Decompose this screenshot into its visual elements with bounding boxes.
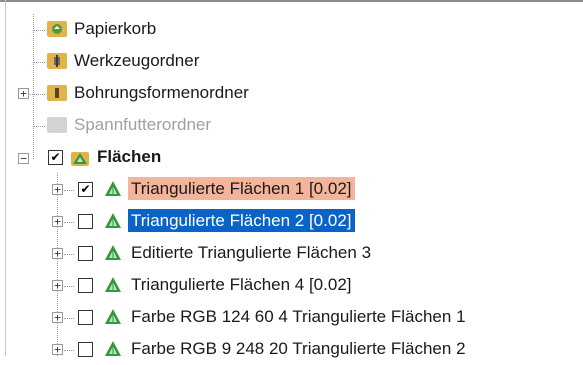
checkbox-unchecked[interactable] [78, 246, 93, 261]
tree-item-label[interactable]: Triangulierte Flächen 4 [0.02] [128, 273, 355, 296]
tree-item-trianguliert-4[interactable]: + Triangulierte Flächen 4 [0.02] [0, 270, 583, 301]
tree-item-label[interactable]: Triangulierte Flächen 2 [0.02] [128, 209, 355, 232]
project-tree[interactable]: Papierkorb Werkzeugordner + Bohrungsform… [0, 14, 583, 358]
tree-connector [64, 318, 74, 319]
tree-connector [33, 30, 45, 31]
tree-item-label[interactable]: Editierte Triangulierte Flächen 3 [128, 241, 374, 264]
triangle-mesh-icon [104, 212, 122, 230]
tool-folder-icon [47, 53, 67, 69]
tree-item-label[interactable]: Farbe RGB 124 60 4 Triangulierte Flächen… [128, 305, 469, 328]
triangle-mesh-icon [104, 180, 122, 198]
checkbox-unchecked[interactable] [78, 310, 93, 325]
tree-item-spannfutterordner[interactable]: Spannfutterordner [0, 110, 583, 141]
tree-connector [64, 350, 74, 351]
expand-plus-icon[interactable]: + [52, 184, 63, 195]
tree-item-label[interactable]: Werkzeugordner [71, 49, 202, 72]
fixture-folder-icon [47, 117, 67, 133]
tree-connector [64, 286, 74, 287]
triangle-mesh-icon [104, 340, 122, 358]
recycle-folder-icon [47, 21, 67, 37]
tree-connector [64, 222, 74, 223]
tree-item-trianguliert-2[interactable]: + Triangulierte Flächen 2 [0.02] [0, 206, 583, 237]
tree-item-farbe-rgb-9-248-20[interactable]: + Farbe RGB 9 248 20 Triangulierte Fläch… [0, 334, 583, 365]
checkbox-checked[interactable]: ✔ [78, 182, 93, 197]
expand-plus-icon[interactable]: + [52, 344, 63, 355]
tree-item-editiert-3[interactable]: + Editierte Triangulierte Flächen 3 [0, 238, 583, 269]
tree-item-werkzeugordner[interactable]: Werkzeugordner [0, 46, 583, 77]
expand-plus-icon[interactable]: + [52, 280, 63, 291]
checkbox-unchecked[interactable] [78, 278, 93, 293]
tree-item-farbe-rgb-124-60-4[interactable]: + Farbe RGB 124 60 4 Triangulierte Fläch… [0, 302, 583, 333]
tree-item-label[interactable]: Bohrungsformenordner [71, 81, 252, 104]
triangle-mesh-icon [104, 308, 122, 326]
tree-item-papierkorb[interactable]: Papierkorb [0, 14, 583, 45]
expand-plus-icon[interactable]: + [18, 88, 29, 99]
checkbox-unchecked[interactable] [78, 214, 93, 229]
tree-item-trianguliert-1[interactable]: + ✔ Triangulierte Flächen 1 [0.02] [0, 174, 583, 205]
tree-connector [33, 126, 45, 127]
tree-item-label[interactable]: Papierkorb [71, 17, 159, 40]
tree-item-flaechen[interactable]: − ✔ Flächen [0, 142, 583, 173]
expand-plus-icon[interactable]: + [52, 216, 63, 227]
tree-item-label[interactable]: Spannfutterordner [71, 113, 214, 136]
collapse-minus-icon[interactable]: − [18, 153, 29, 164]
tree-top-border [0, 0, 583, 2]
tree-item-label[interactable]: Flächen [94, 145, 164, 168]
surfaces-folder-icon [71, 149, 89, 167]
checkbox-checked[interactable]: ✔ [48, 150, 63, 165]
checkbox-unchecked[interactable] [78, 342, 93, 357]
tree-connector [30, 94, 45, 95]
tree-connector [64, 254, 74, 255]
expand-plus-icon[interactable]: + [52, 312, 63, 323]
triangle-mesh-icon [104, 276, 122, 294]
hole-feature-folder-icon [47, 85, 67, 101]
tree-connector [64, 190, 74, 191]
tree-item-bohrungsformenordner[interactable]: + Bohrungsformenordner [0, 78, 583, 109]
tree-item-label[interactable]: Triangulierte Flächen 1 [0.02] [128, 177, 355, 200]
tree-item-label[interactable]: Farbe RGB 9 248 20 Triangulierte Flächen… [128, 337, 469, 360]
tree-connector [33, 62, 45, 63]
triangle-mesh-icon [104, 244, 122, 262]
expand-plus-icon[interactable]: + [52, 248, 63, 259]
